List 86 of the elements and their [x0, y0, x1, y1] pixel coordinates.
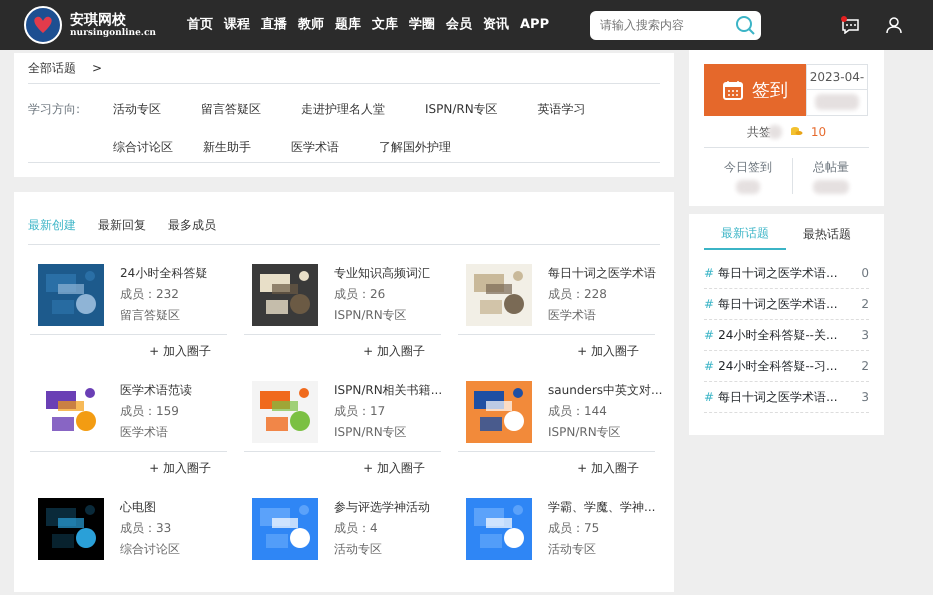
message-icon[interactable]: [841, 16, 861, 34]
member-count: 成员：228: [548, 286, 608, 303]
nav-link[interactable]: 课程: [224, 15, 250, 35]
reply-count: 3: [861, 327, 869, 344]
nav-link[interactable]: 资讯: [483, 15, 509, 35]
group-title[interactable]: 学霸、学魔、学神...: [548, 498, 656, 516]
join-group-button[interactable]: + 加入圈子: [363, 342, 425, 360]
group-category: 医学术语: [548, 307, 597, 324]
join-group-button[interactable]: + 加入圈子: [363, 459, 425, 477]
member-count: 成员：159: [120, 403, 180, 420]
group-title[interactable]: saunders中英文对...: [548, 381, 662, 399]
group-category: ISPN/RN专区: [334, 424, 408, 441]
member-count: 成员：33: [120, 520, 172, 537]
coins-count: 10: [810, 124, 826, 140]
member-count: 成员：75: [548, 520, 600, 537]
hash-icon: #: [704, 264, 714, 282]
sort-tab[interactable]: 最多成员: [168, 216, 216, 234]
group-title[interactable]: 参与评选学神活动: [334, 498, 430, 516]
join-group-button[interactable]: + 加入圈子: [577, 342, 639, 360]
nav-link[interactable]: 教师: [298, 15, 324, 35]
filter-link[interactable]: ISPN/RN专区: [425, 100, 498, 118]
coins-icon: [790, 126, 803, 137]
topic-link[interactable]: 每日十词之医学术语...: [718, 264, 862, 282]
reply-count: 2: [861, 296, 869, 313]
hash-icon: #: [704, 357, 714, 375]
breadcrumb-link[interactable]: 全部话题: [28, 59, 76, 77]
breadcrumb-separator: >: [92, 60, 102, 77]
filter-link[interactable]: 医学术语: [291, 138, 339, 156]
group-title[interactable]: ISPN/RN相关书籍...: [334, 381, 442, 399]
sort-tab[interactable]: 最新回复: [98, 216, 146, 234]
nav-link[interactable]: 文库: [372, 15, 398, 35]
logo-icon: [24, 6, 62, 44]
filter-link[interactable]: 了解国外护理: [379, 138, 451, 156]
nav-link[interactable]: APP: [520, 15, 550, 35]
logo-title: 安琪网校: [70, 12, 127, 28]
join-group-button[interactable]: + 加入圈子: [577, 459, 639, 477]
filter-link[interactable]: 活动专区: [113, 100, 161, 118]
calendar-icon: [722, 79, 744, 101]
reply-count: 2: [861, 358, 869, 375]
group-category: 医学术语: [120, 424, 169, 441]
nav-link[interactable]: 会员: [446, 15, 472, 35]
group-title[interactable]: 心电图: [120, 498, 180, 516]
group-title[interactable]: 专业知识高频词汇: [334, 264, 430, 282]
topic-link[interactable]: 每日十词之医学术语...: [718, 295, 862, 313]
nav-link[interactable]: 直播: [261, 15, 287, 35]
filter-link[interactable]: 综合讨论区: [113, 138, 173, 156]
nav-link[interactable]: 题库: [335, 15, 361, 35]
group-title[interactable]: 每日十词之医学术语: [548, 264, 656, 282]
total-sign-in-label: 共签: [746, 124, 771, 140]
reply-count: 3: [861, 389, 869, 406]
group-category: 活动专区: [334, 541, 383, 558]
user-icon[interactable]: [885, 16, 903, 34]
group-category: ISPN/RN专区: [334, 307, 408, 324]
member-count: 成员：232: [120, 286, 180, 303]
nav-link[interactable]: 首页: [187, 15, 213, 35]
total-posts-label: 总帖量: [812, 159, 850, 176]
join-group-button[interactable]: + 加入圈子: [149, 342, 211, 360]
group-title[interactable]: 医学术语范读: [120, 381, 192, 399]
member-count: 成员：144: [548, 403, 608, 420]
logo-subtitle: nursingonline.cn: [70, 28, 156, 38]
hash-icon: #: [704, 326, 714, 344]
topic-link[interactable]: 24小时全科答疑--关...: [718, 326, 862, 344]
nav-link[interactable]: 学圈: [409, 15, 435, 35]
filter-link[interactable]: 新生助手: [203, 138, 251, 156]
group-category: ISPN/RN专区: [548, 424, 622, 441]
reply-count: 0: [861, 265, 869, 282]
group-category: 留言答疑区: [120, 307, 181, 324]
hash-icon: #: [704, 388, 714, 406]
member-count: 成员：4: [334, 520, 379, 537]
search-field[interactable]: 请输入搜索内容: [590, 10, 761, 40]
group-category: 综合讨论区: [120, 541, 180, 558]
join-group-button[interactable]: + 加入圈子: [149, 459, 211, 477]
filter-link[interactable]: 走进护理名人堂: [301, 100, 385, 118]
today-sign-in-label: 今日签到: [723, 159, 773, 176]
member-count: 成员：26: [334, 286, 386, 303]
member-count: 成员：17: [334, 403, 386, 420]
hash-icon: #: [704, 295, 714, 313]
topic-tab[interactable]: 最热话题: [786, 218, 868, 250]
sign-in-date: 2023-04-: [807, 65, 867, 90]
filter-link[interactable]: 留言答疑区: [201, 100, 261, 118]
filter-label: 学习方向:: [28, 101, 82, 118]
group-category: 活动专区: [548, 541, 597, 558]
filter-link[interactable]: 英语学习: [538, 100, 586, 118]
topic-link[interactable]: 每日十词之医学术语...: [718, 388, 862, 406]
group-title[interactable]: 24小时全科答疑: [120, 264, 208, 282]
topic-link[interactable]: 24小时全科答疑--习...: [718, 357, 862, 375]
